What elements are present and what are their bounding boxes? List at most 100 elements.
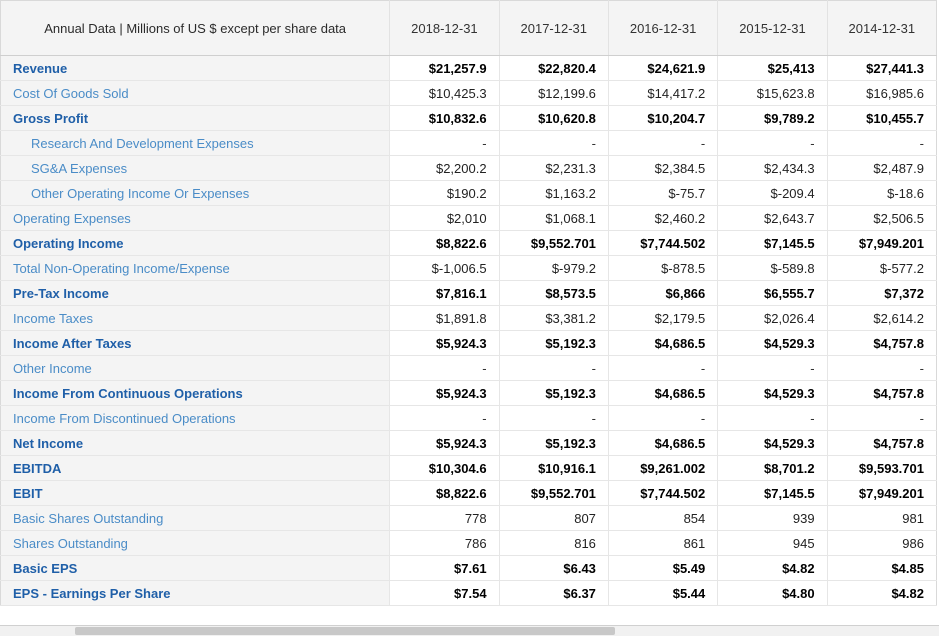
row-value: $9,789.2 xyxy=(717,105,828,131)
row-value: - xyxy=(608,355,719,381)
row-value: 861 xyxy=(608,530,719,556)
row-value: 939 xyxy=(717,505,828,531)
row-value: $-18.6 xyxy=(827,180,938,206)
row-value: - xyxy=(717,355,828,381)
column-header-year-1[interactable]: 2017-12-31 xyxy=(499,0,609,56)
row-label[interactable]: SG&A Expenses xyxy=(0,155,391,181)
row-label[interactable]: EBITDA xyxy=(0,455,391,481)
row-value: $10,832.6 xyxy=(389,105,500,131)
row-value: $7,145.5 xyxy=(717,480,828,506)
row-value: $1,163.2 xyxy=(499,180,609,206)
row-label[interactable]: Gross Profit xyxy=(0,105,391,131)
row-value: $9,261.002 xyxy=(608,455,719,481)
row-value: $15,623.8 xyxy=(717,80,828,106)
row-value: $-979.2 xyxy=(499,255,609,281)
row-value: $5,924.3 xyxy=(389,430,500,456)
row-value: $2,506.5 xyxy=(827,205,938,231)
row-value: $4.82 xyxy=(827,580,938,606)
row-label[interactable]: Research And Development Expenses xyxy=(0,130,391,156)
row-label[interactable]: Basic EPS xyxy=(0,555,391,581)
row-value: $10,304.6 xyxy=(389,455,500,481)
table-row: Income After Taxes $5,924.3 $5,192.3 $4,686… xyxy=(0,330,938,356)
row-value: - xyxy=(499,130,609,156)
table-row: Basic EPS $7.61 $6.43 $5.49 $4.82 $4.85 xyxy=(0,555,938,581)
table-row: Other Operating Income Or Expenses $190.2… xyxy=(0,180,938,206)
row-value: $12,199.6 xyxy=(499,80,609,106)
row-label[interactable]: Basic Shares Outstanding xyxy=(0,505,391,531)
row-value: - xyxy=(389,130,500,156)
row-label[interactable]: EBIT xyxy=(0,480,391,506)
row-value: 986 xyxy=(827,530,938,556)
row-label[interactable]: Income From Continuous Operations xyxy=(0,380,391,406)
row-label[interactable]: Shares Outstanding xyxy=(0,530,391,556)
row-value: 945 xyxy=(717,530,828,556)
column-header-year-4[interactable]: 2014-12-31 xyxy=(827,0,938,56)
row-label[interactable]: Revenue xyxy=(0,55,391,81)
row-value: $4.82 xyxy=(717,555,828,581)
row-label[interactable]: Other Operating Income Or Expenses xyxy=(0,180,391,206)
row-value: $6.37 xyxy=(499,580,609,606)
row-value: - xyxy=(717,405,828,431)
row-value: $2,487.9 xyxy=(827,155,938,181)
table-row: Income Taxes $1,891.8 $3,381.2 $2,179.5 $2,0… xyxy=(0,305,938,331)
row-value: $2,384.5 xyxy=(608,155,719,181)
column-header-year-0[interactable]: 2018-12-31 xyxy=(389,0,500,56)
table-row: Cost Of Goods Sold $10,425.3 $12,199.6 $14,… xyxy=(0,80,938,106)
row-label[interactable]: Operating Income xyxy=(0,230,391,256)
table-row: EBITDA $10,304.6 $10,916.1 $9,261.002 $8,701… xyxy=(0,455,938,481)
row-value: $7,949.201 xyxy=(827,230,938,256)
table-row: Revenue $21,257.9 $22,820.4 $24,621.9 $25,41… xyxy=(0,55,938,81)
row-value: $2,200.2 xyxy=(389,155,500,181)
row-value: $10,204.7 xyxy=(608,105,719,131)
income-statement-table: Annual Data | Millions of US $ except pe… xyxy=(0,0,938,606)
row-value: $4,686.5 xyxy=(608,430,719,456)
table-row: Total Non-Operating Income/Expense $-1,00… xyxy=(0,255,938,281)
row-value: $5.44 xyxy=(608,580,719,606)
row-value: - xyxy=(827,355,938,381)
row-value: $4,757.8 xyxy=(827,430,938,456)
row-value: $7,744.502 xyxy=(608,480,719,506)
row-label[interactable]: Pre-Tax Income xyxy=(0,280,391,306)
row-label[interactable]: Income Taxes xyxy=(0,305,391,331)
row-value: $2,179.5 xyxy=(608,305,719,331)
row-value: $8,822.6 xyxy=(389,230,500,256)
row-value: $7,816.1 xyxy=(389,280,500,306)
row-value: $-209.4 xyxy=(717,180,828,206)
row-value: $5,924.3 xyxy=(389,380,500,406)
row-value: - xyxy=(608,405,719,431)
column-header-year-2[interactable]: 2016-12-31 xyxy=(608,0,719,56)
table-row: Income From Continuous Operations $5,924.… xyxy=(0,380,938,406)
row-label[interactable]: EPS - Earnings Per Share xyxy=(0,580,391,606)
row-value: $-75.7 xyxy=(608,180,719,206)
row-value: $2,231.3 xyxy=(499,155,609,181)
row-value: 816 xyxy=(499,530,609,556)
horizontal-scrollbar[interactable] xyxy=(0,625,939,636)
table-row: SG&A Expenses $2,200.2 $2,231.3 $2,384.5 $2,… xyxy=(0,155,938,181)
row-value: $7,145.5 xyxy=(717,230,828,256)
row-label[interactable]: Cost Of Goods Sold xyxy=(0,80,391,106)
row-value: - xyxy=(389,355,500,381)
row-label[interactable]: Total Non-Operating Income/Expense xyxy=(0,255,391,281)
table-row: Gross Profit $10,832.6 $10,620.8 $10,204.7 $… xyxy=(0,105,938,131)
table-row: Basic Shares Outstanding 778 807 854 939 981 xyxy=(0,505,938,531)
row-value: $-878.5 xyxy=(608,255,719,281)
row-label[interactable]: Other Income xyxy=(0,355,391,381)
row-value: $16,985.6 xyxy=(827,80,938,106)
scrollbar-thumb[interactable] xyxy=(75,627,615,635)
row-value: $6,866 xyxy=(608,280,719,306)
column-header-year-3[interactable]: 2015-12-31 xyxy=(717,0,828,56)
row-value: $9,552.701 xyxy=(499,480,609,506)
row-value: $27,441.3 xyxy=(827,55,938,81)
row-value: $7.54 xyxy=(389,580,500,606)
row-value: $4,529.3 xyxy=(717,430,828,456)
row-label[interactable]: Net Income xyxy=(0,430,391,456)
row-value: $2,010 xyxy=(389,205,500,231)
row-value: $7,744.502 xyxy=(608,230,719,256)
row-label[interactable]: Income From Discontinued Operations xyxy=(0,405,391,431)
table-row: Income From Discontinued Operations - - - - - xyxy=(0,405,938,431)
row-value: $2,434.3 xyxy=(717,155,828,181)
row-label[interactable]: Income After Taxes xyxy=(0,330,391,356)
table-row: EPS - Earnings Per Share $7.54 $6.37 $5.44 $… xyxy=(0,580,938,606)
row-label[interactable]: Operating Expenses xyxy=(0,205,391,231)
row-value: $6.43 xyxy=(499,555,609,581)
